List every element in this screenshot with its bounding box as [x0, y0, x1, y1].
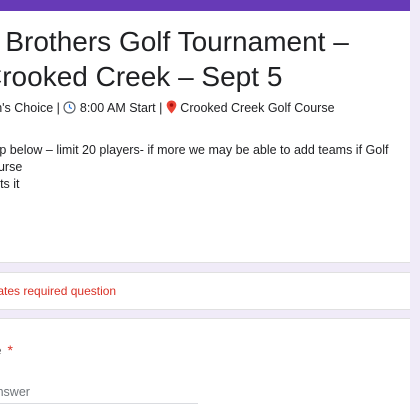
start-time-text: 8:00 AM Start |	[79, 101, 163, 115]
description-line: ports it	[0, 177, 20, 191]
question-card-name: me *	[0, 318, 410, 420]
required-note: dicates required question	[0, 284, 117, 298]
clock-icon	[63, 101, 76, 119]
form-accent-bar	[0, 0, 410, 11]
question-label: me *	[0, 341, 13, 359]
name-answer-input[interactable]	[0, 381, 198, 404]
map-pin-icon	[166, 100, 177, 119]
form-header-card: 3 Brothers Golf Tournament – Crooked Cre…	[0, 0, 410, 263]
form-subtitle: tain's Choice | 8:00 AM Start | Crooked …	[0, 99, 335, 119]
form-title: 3 Brothers Golf Tournament – Crooked Cre…	[0, 26, 349, 92]
question-label-text: me	[0, 342, 1, 358]
form-description: n up below – limit 20 players- if more w…	[0, 142, 402, 193]
form-page: 3 Brothers Golf Tournament – Crooked Cre…	[0, 0, 420, 420]
location-text: Crooked Creek Golf Course	[180, 101, 335, 115]
format-text: tain's Choice |	[0, 101, 60, 115]
required-note-card: dicates required question	[0, 272, 410, 310]
description-line: n up below – limit 20 players- if more w…	[0, 143, 389, 174]
required-asterisk: *	[7, 342, 13, 358]
